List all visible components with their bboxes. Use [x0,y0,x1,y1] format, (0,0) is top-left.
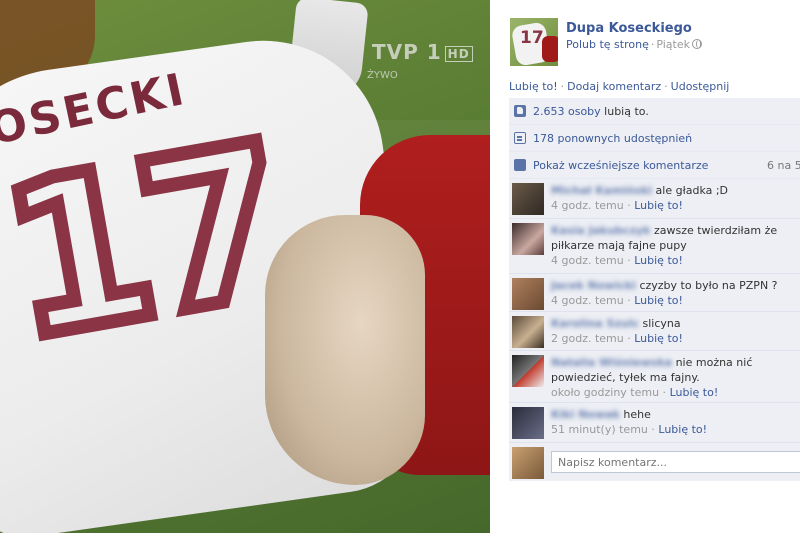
comment-author[interactable]: Kasia Jakubczyk [551,223,650,238]
avatar-shorts [542,36,558,62]
comment-like-button[interactable]: Lubię to! [634,254,683,267]
comment-item: Natalia Wiśniewska nie można nić powiedz… [509,351,800,403]
tv-hd-badge: HD [444,45,473,62]
comment-text: slicyna [642,317,681,330]
comment-like-button[interactable]: Lubię to! [658,423,707,436]
feedback-panel: 2.653 osoby lubią to. 178 ponownych udos… [509,98,800,481]
comment-text: ale gładka ;D [655,184,729,197]
commenter-avatar[interactable] [512,407,544,439]
separator: · [560,80,565,93]
comment-text: hehe [623,408,651,421]
page-avatar[interactable]: 17 [510,18,558,66]
comment-time[interactable]: 4 godz. temu [551,254,624,267]
comment-time[interactable]: 4 godz. temu [551,199,624,212]
comment-time[interactable]: 51 minut(y) temu [551,423,648,436]
separator: · [664,80,668,93]
post-timestamp[interactable]: Piątek [656,38,690,51]
comment-like-button[interactable]: Lubię to! [634,332,683,345]
comment-input[interactable] [551,451,800,473]
comment-author[interactable]: Karolina Szulc [551,316,639,331]
tv-live-label: ŻYWO [367,70,398,81]
tv-channel-logo: TVP 1 HD [372,40,473,64]
comment-author[interactable]: Jacek Nowicki [551,278,636,293]
comment-icon [514,159,526,171]
comment-item: Kasia Jakubczyk zawsze twierdziłam że pi… [509,219,800,274]
post-actions: Lubię to! · Dodaj komentarz · Udostępnij [509,80,729,93]
add-comment-button[interactable]: Dodaj komentarz [567,80,661,93]
likes-suffix: lubią to. [604,104,649,118]
commenter-avatar[interactable] [512,278,544,310]
commenter-avatar[interactable] [512,316,544,348]
comment-item: Michał Kamiński ale gładka ;D 4 godz. te… [509,179,800,219]
comment-item: Kiki Nowak hehe 51 minut(y) temu · Lubię… [509,403,800,443]
page-subline: Polub tę stronę · Piątek [566,38,702,51]
current-user-avatar [512,447,544,479]
comment-item: Jacek Nowicki czyzby to było na PZPN ? 4… [509,274,800,312]
tv-channel-name: TVP 1 [372,40,442,64]
page-name-link[interactable]: Dupa Koseckiego [566,21,692,36]
comment-author[interactable]: Michał Kamiński [551,183,652,198]
comment-text: czyzby to było na PZPN ? [639,279,778,292]
post-header: 17 Dupa Koseckiego Polub tę stronę · Piąte… [510,18,800,68]
comment-item: Karolina Szulc slicyna 2 godz. temu · Lu… [509,312,800,351]
comment-time[interactable]: 4 godz. temu [551,294,624,307]
separator: · [650,38,655,51]
comment-composer [509,443,800,481]
comment-time[interactable]: około godziny temu [551,386,659,399]
jersey-number: 17 [0,91,304,394]
share-icon [514,132,526,144]
like-button[interactable]: Lubię to! [509,80,558,93]
show-earlier-comments-link[interactable]: Pokaż wcześniejsze komentarze [533,159,708,172]
likes-count-link[interactable]: 2.653 osoby [533,105,601,118]
commenter-avatar[interactable] [512,355,544,387]
comment-like-button[interactable]: Lubię to! [634,294,683,307]
like-page-link[interactable]: Polub tę stronę [566,38,649,51]
post-photo[interactable]: OSECKI 17 TVP 1 HD ŻYWO [0,0,490,533]
thumbs-up-icon [514,105,526,117]
comment-like-button[interactable]: Lubię to! [670,386,719,399]
show-earlier-row: Pokaż wcześniejsze komentarze 6 na 5 [509,152,800,179]
globe-icon [692,39,702,49]
commenter-avatar[interactable] [512,223,544,255]
shares-link[interactable]: 178 ponownych udostępnień [533,132,692,145]
avatar-number: 17 [520,28,544,48]
likes-row: 2.653 osoby lubią to. [509,98,800,125]
shares-row: 178 ponownych udostępnień [509,125,800,152]
comment-author[interactable]: Kiki Nowak [551,407,620,422]
player-skin [265,215,425,485]
share-button[interactable]: Udostępnij [671,80,730,93]
comment-count: 6 na 5 [767,158,800,172]
commenter-avatar[interactable] [512,183,544,215]
comment-like-button[interactable]: Lubię to! [634,199,683,212]
comment-author[interactable]: Natalia Wiśniewska [551,355,672,370]
comment-time[interactable]: 2 godz. temu [551,332,624,345]
